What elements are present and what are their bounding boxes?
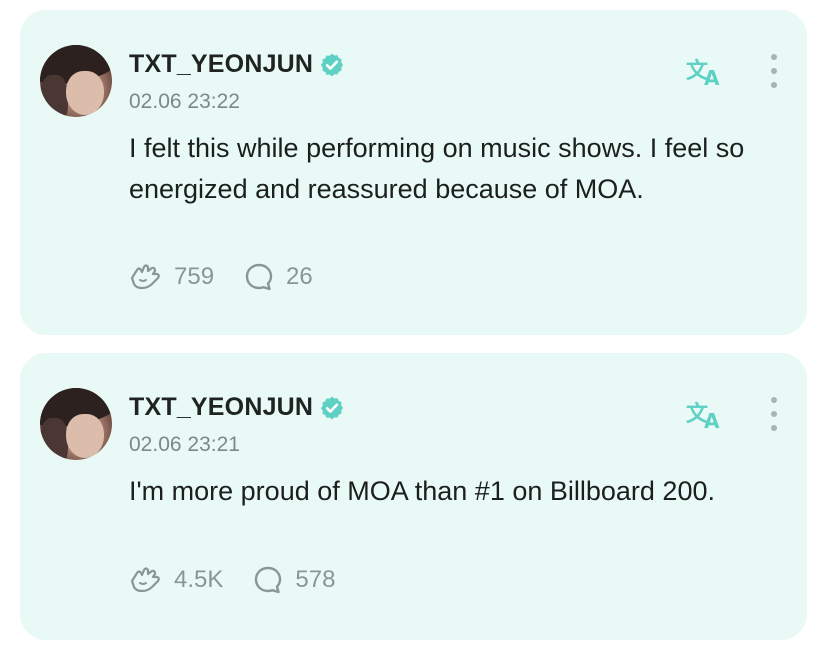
svg-text:A: A: [704, 66, 720, 88]
translate-icon[interactable]: 文 A: [685, 397, 725, 431]
post-author[interactable]: TXT_YEONJUN: [129, 393, 345, 422]
post-text: I felt this while performing on music sh…: [129, 133, 745, 204]
comment-icon: [245, 263, 273, 291]
comment-stat[interactable]: 26: [244, 262, 313, 292]
more-vertical-icon[interactable]: [769, 397, 779, 431]
like-stat[interactable]: 759: [128, 262, 214, 292]
comment-icon: [255, 566, 282, 594]
post-timestamp: 02.06 23:22: [129, 90, 240, 113]
post-author[interactable]: TXT_YEONJUN: [129, 50, 345, 79]
like-stat[interactable]: 4.5K: [128, 565, 223, 595]
avatar[interactable]: [40, 45, 112, 117]
verified-badge-icon: [321, 53, 344, 76]
more-vertical-icon[interactable]: [769, 54, 779, 88]
comment-count: 578: [295, 566, 336, 593]
username-label[interactable]: TXT_YEONJUN: [129, 393, 313, 422]
like-count: 759: [174, 263, 215, 290]
post-card[interactable]: TXT_YEONJUN 02.06 23:22 文 A I felt this …: [20, 10, 807, 335]
comment-count: 26: [286, 263, 313, 290]
avatar[interactable]: [40, 388, 112, 460]
like-icon: [130, 264, 160, 290]
verified-badge-icon: [321, 396, 344, 419]
post-feed: TXT_YEONJUN 02.06 23:22 文 A I felt this …: [0, 0, 827, 650]
like-icon: [130, 567, 160, 593]
post-stats: 759 26: [128, 262, 343, 292]
post-card[interactable]: TXT_YEONJUN 02.06 23:21 文 A I'm more pro…: [20, 353, 807, 640]
like-count: 4.5K: [174, 566, 224, 593]
post-timestamp: 02.06 23:21: [129, 433, 240, 456]
username-label[interactable]: TXT_YEONJUN: [129, 50, 313, 79]
translate-icon[interactable]: 文 A: [685, 54, 725, 88]
post-stats: 4.5K 578: [128, 565, 365, 595]
post-text: I'm more proud of MOA than #1 on Billboa…: [129, 476, 715, 506]
svg-text:A: A: [704, 409, 720, 431]
comment-stat[interactable]: 578: [253, 565, 335, 595]
